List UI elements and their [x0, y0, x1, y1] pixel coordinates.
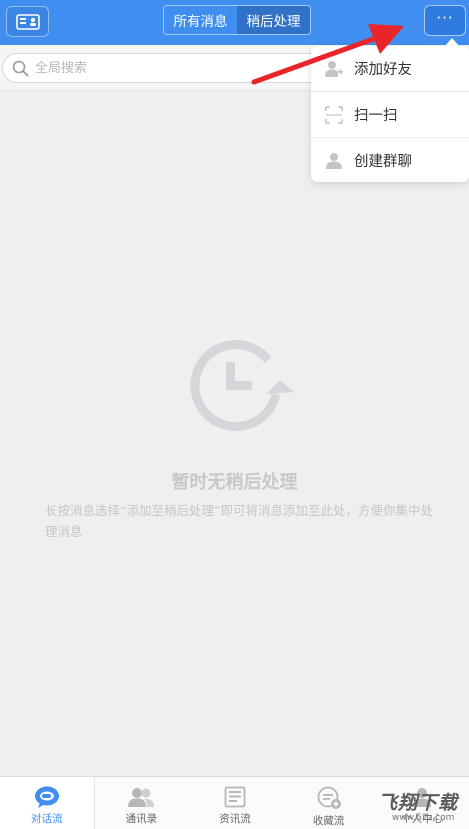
- more-button[interactable]: ···: [424, 5, 466, 36]
- tab-label: 收藏流: [312, 815, 345, 827]
- contacts-icon: [128, 788, 155, 807]
- card-icon: [15, 13, 40, 30]
- tab-news-stream[interactable]: 资讯流: [188, 777, 282, 829]
- menu-item-scan[interactable]: 扫一扫: [311, 92, 469, 137]
- watermark-brand: 飞翔下载: [378, 792, 459, 814]
- group-chat-icon: [326, 153, 342, 169]
- tab-label: 资讯流: [219, 813, 251, 825]
- business-card-button[interactable]: [6, 6, 49, 37]
- tab-chat-stream[interactable]: 对话流: [0, 777, 95, 829]
- news-icon: [224, 786, 246, 808]
- tab-contacts[interactable]: 通讯录: [95, 777, 189, 829]
- tab-label: 对话流: [31, 813, 63, 825]
- menu-item-create-group-chat[interactable]: 创建群聊: [311, 138, 469, 183]
- watermark-url: www.52z.com: [392, 813, 455, 823]
- empty-state-title: 暂时无稍后处理: [171, 472, 298, 493]
- favorites-icon: [317, 786, 341, 809]
- clock-later-icon: [190, 340, 294, 431]
- tab-label: 通讯录: [125, 813, 158, 825]
- tab-all-messages[interactable]: 所有消息: [164, 6, 237, 34]
- menu-item-label: 扫一扫: [354, 108, 398, 124]
- chat-bubble-icon: [34, 786, 59, 808]
- menu-item-label: 创建群聊: [354, 154, 412, 170]
- annotation-arrow: [251, 24, 404, 85]
- tab-favorites-stream[interactable]: 收藏流: [282, 777, 376, 829]
- empty-state-description: 长按消息选择“添加至稍后处理”即可将消息添加至此处，方便你集中处理消息: [45, 503, 433, 539]
- scan-icon: [325, 106, 343, 124]
- search-icon: [12, 60, 29, 77]
